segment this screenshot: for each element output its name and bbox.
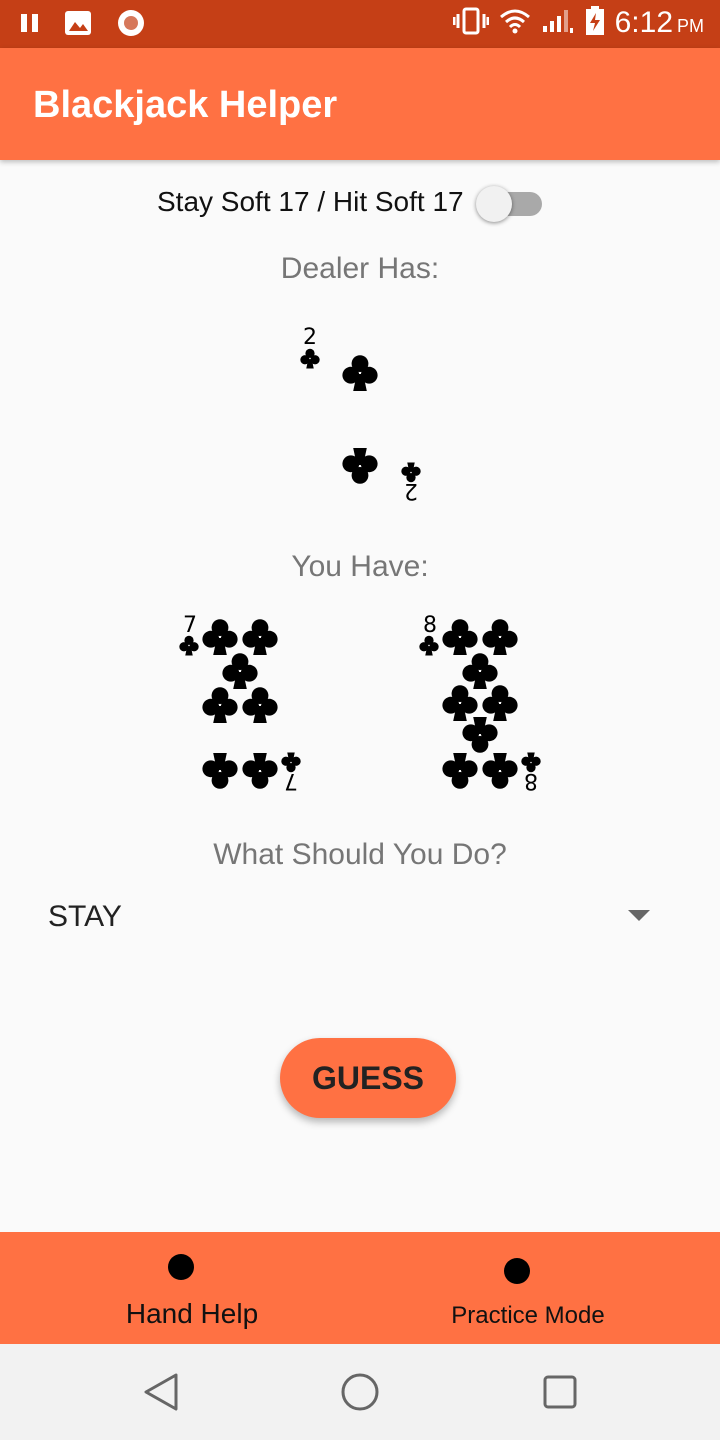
system-nav-bar — [0, 1344, 720, 1440]
soft17-toggle[interactable] — [476, 186, 542, 222]
practice-mode-icon — [504, 1258, 530, 1284]
club-icon — [442, 619, 478, 655]
club-icon — [300, 348, 320, 369]
player-card-2: 8 8 — [418, 612, 541, 812]
app-bar: Blackjack Helper — [0, 48, 720, 160]
dealer-label: Dealer Has: — [280, 252, 440, 285]
nav-item-hand-help[interactable]: Hand Help — [42, 1232, 342, 1344]
app-title: Blackjack Helper — [33, 84, 338, 126]
club-icon — [202, 753, 238, 789]
guess-button[interactable]: GUESS — [280, 1038, 456, 1118]
card-face-8-clubs: 8 8 — [419, 613, 541, 793]
club-icon — [482, 685, 518, 721]
club-icon — [242, 619, 278, 655]
club-icon — [342, 448, 378, 484]
card-rank-bottom: 8 — [524, 768, 538, 793]
card-face-7-clubs: 7 7 — [179, 613, 301, 793]
home-icon[interactable] — [340, 1372, 380, 1416]
toggle-thumb — [476, 186, 512, 222]
battery-charging-icon — [585, 6, 605, 40]
club-icon — [342, 355, 378, 391]
club-icon — [242, 687, 278, 723]
nav-item-label: Practice Mode — [451, 1302, 605, 1329]
wifi-icon — [499, 8, 531, 38]
club-icon — [179, 635, 199, 656]
pause-icon — [20, 12, 40, 38]
card-face-2-clubs: 2 2 — [300, 325, 421, 503]
club-icon — [462, 653, 498, 689]
recents-icon[interactable] — [542, 1374, 578, 1414]
hand-help-icon — [168, 1254, 194, 1280]
card-rank-top: 8 — [423, 613, 437, 638]
club-icon — [419, 635, 439, 656]
back-icon[interactable] — [142, 1372, 180, 1416]
bottom-nav: Hand Help Practice Mode — [0, 1232, 720, 1344]
card-rank-top: 2 — [303, 325, 317, 350]
club-icon — [202, 687, 238, 723]
action-dropdown-value: STAY — [48, 900, 122, 933]
clock: 6:12 PM — [614, 6, 704, 39]
nav-item-practice-mode[interactable]: Practice Mode — [378, 1232, 678, 1344]
club-icon — [482, 619, 518, 655]
club-icon — [202, 619, 238, 655]
dealer-card: 2 2 — [296, 322, 421, 522]
record-icon — [116, 8, 146, 42]
club-icon — [222, 653, 258, 689]
image-icon — [64, 10, 92, 40]
card-rank-bottom: 2 — [404, 478, 418, 503]
dropdown-arrow-icon — [628, 910, 650, 921]
club-icon — [442, 753, 478, 789]
question-label: What Should You Do? — [213, 838, 507, 871]
status-bar: 6:12 PM — [0, 0, 720, 48]
signal-icon — [541, 8, 575, 38]
player-card-1: 7 7 — [178, 612, 301, 812]
player-label: You Have: — [291, 550, 429, 583]
club-icon — [442, 685, 478, 721]
club-icon — [482, 753, 518, 789]
vibrate-icon — [452, 7, 490, 39]
soft17-label: Stay Soft 17 / Hit Soft 17 — [157, 186, 464, 217]
club-icon — [242, 753, 278, 789]
nav-item-label: Hand Help — [125, 1298, 259, 1329]
card-rank-bottom: 7 — [284, 768, 298, 793]
card-rank-top: 7 — [183, 613, 197, 638]
club-icon — [462, 717, 498, 753]
action-dropdown[interactable]: STAY — [48, 892, 658, 942]
